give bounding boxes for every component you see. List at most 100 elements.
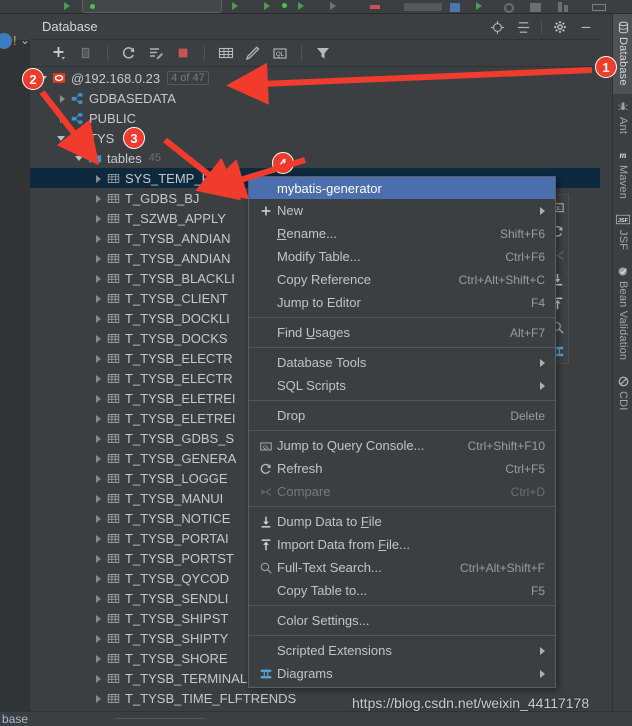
menu-item[interactable]: Copy Table to... F5 (249, 579, 555, 602)
stop-icon[interactable] (370, 5, 380, 9)
chevron-right-icon[interactable] (92, 672, 104, 684)
chevron-right-icon[interactable] (92, 172, 104, 184)
profile-icon[interactable] (330, 2, 336, 10)
warning-icon[interactable]: ! (13, 33, 17, 48)
chevron-right-icon[interactable] (92, 552, 104, 564)
chevron-right-icon[interactable] (92, 212, 104, 224)
menu-item[interactable]: Modify Table... Ctrl+F6 (249, 245, 555, 268)
tool-tab-bean-validation[interactable]: Bean Validation (613, 258, 632, 368)
table-context-menu[interactable]: mybatis-generator New Rename... Shift+F6 Mod… (248, 176, 556, 688)
chevron-right-icon[interactable] (92, 452, 104, 464)
settings-icon[interactable] (618, 3, 627, 12)
menu-item[interactable]: Rename... Shift+F6 (249, 222, 555, 245)
chevron-right-icon[interactable] (92, 372, 104, 384)
chevron-right-icon (540, 206, 545, 215)
collapse-all-icon[interactable] (515, 19, 531, 35)
chevron-right-icon[interactable] (92, 512, 104, 524)
menu-item[interactable]: Refresh Ctrl+F5 (249, 457, 555, 480)
run-button-icon[interactable] (232, 2, 238, 10)
chevron-right-icon[interactable] (92, 412, 104, 424)
tree-node-schema-tys[interactable]: TYS (30, 128, 600, 148)
menu-item[interactable]: Import Data from File... (249, 533, 555, 556)
table-icon (104, 532, 122, 545)
copy-icon[interactable] (77, 44, 95, 62)
gear-icon[interactable] (552, 19, 568, 35)
tree-node-connection[interactable]: @192.168.0.23 4 of 47 (30, 68, 600, 88)
chevron-right-icon[interactable] (92, 272, 104, 284)
window-icon[interactable] (592, 4, 606, 11)
table-icon (104, 692, 122, 705)
menu-item[interactable]: Dump Data to File (249, 510, 555, 533)
ql-console-icon[interactable]: QL (271, 44, 289, 62)
chevron-right-icon[interactable] (92, 332, 104, 344)
tree-node-table[interactable]: T_TYSB_TIME_FLFTRENDS (30, 688, 600, 708)
chevron-down-icon[interactable] (74, 152, 86, 164)
chevron-right-icon[interactable] (56, 112, 68, 124)
table-grid-icon[interactable] (217, 44, 235, 62)
chevron-right-icon[interactable] (92, 432, 104, 444)
add-icon[interactable] (50, 44, 68, 62)
menu-item[interactable]: Compare Ctrl+D (249, 480, 555, 503)
search-everywhere-icon[interactable] (530, 3, 541, 12)
chevron-right-icon[interactable] (92, 532, 104, 544)
tool-tab-cdi[interactable]: CDI (613, 368, 632, 419)
chevron-right-icon[interactable] (92, 632, 104, 644)
minimize-icon[interactable] (578, 19, 594, 35)
stop-icon[interactable] (174, 44, 192, 62)
chevron-right-icon[interactable] (92, 292, 104, 304)
edit-pencil-icon[interactable] (244, 44, 262, 62)
chevron-down-icon[interactable] (56, 132, 68, 144)
tool-tab-ant[interactable]: Ant (613, 94, 632, 142)
commit-icon[interactable] (476, 2, 482, 10)
refresh-icon[interactable] (120, 44, 138, 62)
menu-item[interactable]: New (249, 199, 555, 222)
chevron-right-icon[interactable] (92, 612, 104, 624)
menu-item[interactable]: Drop Delete (249, 404, 555, 427)
tool-tab-database[interactable]: Database (613, 14, 632, 94)
chevron-right-icon[interactable] (92, 652, 104, 664)
chevron-right-icon[interactable] (92, 312, 104, 324)
chevron-right-icon[interactable] (92, 492, 104, 504)
run-coverage-icon[interactable] (298, 2, 304, 10)
bar-chart-icon-b[interactable] (564, 5, 568, 12)
locate-icon[interactable] (489, 19, 505, 35)
filter-icon[interactable] (314, 44, 332, 62)
history-icon[interactable] (504, 3, 514, 13)
chevron-right-icon[interactable] (92, 692, 104, 704)
vcs-group-icon[interactable] (404, 3, 442, 11)
menu-item[interactable]: Full-Text Search... Ctrl+Alt+Shift+F (249, 556, 555, 579)
table-label: T_TYSB_SHIPTY (125, 630, 229, 646)
update-project-icon[interactable] (450, 3, 460, 12)
chevron-down-icon[interactable]: ⌄ (20, 33, 30, 47)
bar-chart-icon-a[interactable] (558, 2, 562, 12)
sync-edit-icon[interactable] (147, 44, 165, 62)
menu-item[interactable]: mybatis-generator (249, 177, 555, 199)
chevron-right-icon[interactable] (92, 252, 104, 264)
chevron-right-icon[interactable] (92, 192, 104, 204)
chevron-right-icon[interactable] (92, 352, 104, 364)
tree-node-schema-public[interactable]: PUBLIC (30, 108, 600, 128)
menu-item[interactable]: QL Jump to Query Console... Ctrl+Shift+F10 (249, 434, 555, 457)
chevron-right-icon[interactable] (92, 572, 104, 584)
menu-item[interactable]: SQL Scripts (249, 374, 555, 397)
menu-item[interactable]: Diagrams (249, 662, 555, 685)
chevron-right-icon[interactable] (56, 92, 68, 104)
chevron-right-icon[interactable] (92, 232, 104, 244)
chevron-right-icon[interactable] (92, 472, 104, 484)
tool-tab-maven[interactable]: m Maven (613, 142, 632, 207)
run-icon[interactable] (64, 2, 70, 10)
tool-tab-jsf[interactable]: JSF JSF (613, 207, 632, 258)
menu-item[interactable]: Database Tools (249, 351, 555, 374)
tree-node-schema-gdbasedata[interactable]: GDBASEDATA (30, 88, 600, 108)
chevron-right-icon[interactable] (92, 392, 104, 404)
tree-node-tables-folder[interactable]: tables 45 (30, 148, 600, 168)
menu-item[interactable]: Jump to Editor F4 (249, 291, 555, 314)
menu-item[interactable]: Find Usages Alt+F7 (249, 321, 555, 344)
menu-item[interactable]: Color Settings... (249, 609, 555, 632)
maven-icon: m (616, 148, 630, 162)
menu-item[interactable]: Copy Reference Ctrl+Alt+Shift+C (249, 268, 555, 291)
chevron-right-icon[interactable] (92, 592, 104, 604)
debug-button-icon[interactable] (264, 2, 270, 10)
menu-item[interactable]: Scripted Extensions (249, 639, 555, 662)
run-configuration-selector[interactable] (82, 0, 222, 13)
